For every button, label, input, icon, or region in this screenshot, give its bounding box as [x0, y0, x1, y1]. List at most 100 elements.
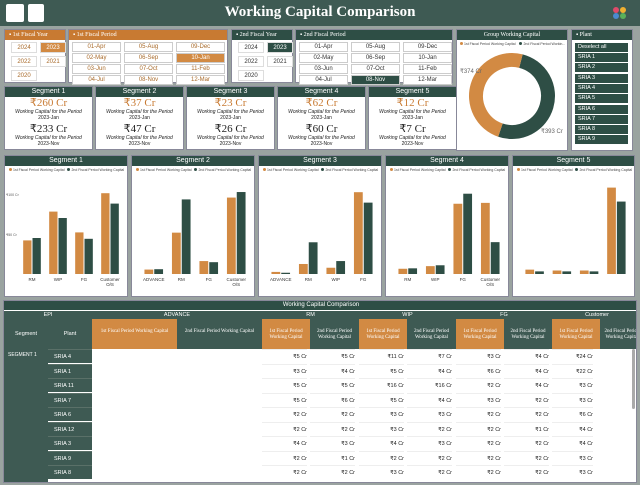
- donut-slice-2nd[interactable]: [498, 54, 555, 139]
- bar-1st-wip[interactable]: [326, 267, 336, 274]
- segment-card-date-2: 2023-Nov: [401, 141, 424, 147]
- table-scrollbar[interactable]: [632, 349, 635, 409]
- bar-2nd-fg[interactable]: [84, 238, 93, 274]
- bar-1st-customeros[interactable]: [480, 202, 490, 274]
- bar-1st-fg[interactable]: [199, 261, 209, 274]
- plant-option-sria-4[interactable]: SRIA 4: [575, 83, 628, 93]
- month-option-07-oct[interactable]: 07-Oct: [124, 64, 173, 74]
- bar-1st-cat3[interactable]: [607, 187, 616, 274]
- month-option-01-apr[interactable]: 01-Apr: [72, 42, 121, 52]
- month-option-02-may[interactable]: 02-May: [72, 53, 121, 63]
- month-option-08-nov[interactable]: 08-Nov: [351, 75, 400, 85]
- legend-label-2nd: 2nd Fiscal Period Working Capital: [579, 168, 633, 172]
- bar-1st-cat1[interactable]: [552, 270, 562, 274]
- bar-1st-rm[interactable]: [171, 232, 181, 274]
- bar-2nd-fg[interactable]: [463, 193, 473, 274]
- x-tick-label: FG: [460, 277, 467, 282]
- bar-2nd-rm[interactable]: [308, 242, 318, 274]
- bar-1st-fg[interactable]: [353, 192, 363, 274]
- month-option-03-jun[interactable]: 03-Jun: [72, 64, 121, 74]
- plant-option-sria-5[interactable]: SRIA 5: [575, 94, 628, 104]
- bar-2nd-cat0[interactable]: [535, 271, 544, 274]
- bar-1st-rm[interactable]: [23, 240, 32, 274]
- bar-2nd-rm[interactable]: [32, 238, 41, 274]
- month-option-12-mar[interactable]: 12-Mar: [403, 75, 452, 85]
- plant-option-sria-7[interactable]: SRIA 7: [575, 114, 628, 124]
- chart-legend: 1st Fiscal Period Working Capital 2nd Fis…: [259, 166, 381, 174]
- bar-1st-customeros[interactable]: [226, 197, 236, 274]
- bar-2nd-fg[interactable]: [209, 262, 219, 274]
- x-tick-label: RM: [29, 277, 36, 282]
- legend-dot-1st: [263, 168, 266, 171]
- month-option-06-sep[interactable]: 06-Sep: [351, 53, 400, 63]
- segment-card-4: Segment 4 ₹62 Cr Working Capital for the P…: [277, 86, 366, 150]
- bar-2nd-wip[interactable]: [336, 261, 346, 274]
- month-option-04-jul[interactable]: 04-Jul: [299, 75, 348, 85]
- bar-2nd-wip[interactable]: [435, 265, 445, 274]
- plant-option-sria-3[interactable]: SRIA 3: [575, 73, 628, 83]
- month-option-05-aug[interactable]: 05-Aug: [351, 42, 400, 52]
- bar-1st-fg[interactable]: [453, 203, 463, 274]
- bar-2nd-advance[interactable]: [281, 272, 291, 274]
- bar-1st-cat0[interactable]: [525, 269, 535, 274]
- month-option-11-feb[interactable]: 11-Feb: [176, 64, 225, 74]
- plant-deselect-all[interactable]: Deselect all: [575, 43, 628, 52]
- bar-2nd-wip[interactable]: [58, 218, 67, 274]
- bar-2nd-customeros[interactable]: [110, 203, 119, 274]
- month-option-06-sep[interactable]: 06-Sep: [124, 53, 173, 63]
- month-option-09-dec[interactable]: 09-Dec: [403, 42, 452, 52]
- month-option-03-jun[interactable]: 03-Jun: [299, 64, 348, 74]
- year-option-2020[interactable]: 2020: [11, 70, 37, 81]
- bar-2nd-cat2[interactable]: [589, 271, 599, 274]
- month-option-02-may[interactable]: 02-May: [299, 53, 348, 63]
- bar-2nd-cat3[interactable]: [616, 201, 626, 274]
- table-row-plant: SRIA 7: [48, 392, 92, 407]
- bar-1st-wip[interactable]: [425, 266, 435, 274]
- bar-1st-rm[interactable]: [298, 263, 308, 274]
- year-option-2023[interactable]: 2023: [267, 42, 293, 53]
- month-option-10-jan[interactable]: 10-Jan: [176, 53, 225, 63]
- plant-option-sria-8[interactable]: SRIA 8: [575, 125, 628, 135]
- bar-2nd-fg[interactable]: [363, 202, 373, 274]
- month-option-10-jan[interactable]: 10-Jan: [403, 53, 452, 63]
- bar-2nd-rm[interactable]: [181, 199, 191, 274]
- plant-option-sria-9[interactable]: SRIA 9: [575, 135, 628, 145]
- bar-1st-advance[interactable]: [144, 269, 154, 274]
- bar-1st-rm[interactable]: [398, 268, 408, 274]
- year-option-2024[interactable]: 2024: [11, 42, 37, 53]
- year-option-2023[interactable]: 2023: [40, 42, 66, 53]
- month-option-07-oct[interactable]: 07-Oct: [351, 64, 400, 74]
- plant-option-sria-2[interactable]: SRIA 2: [575, 63, 628, 73]
- year-option-2020[interactable]: 2020: [238, 70, 264, 81]
- bar-1st-fg[interactable]: [75, 232, 84, 274]
- bar-2nd-advance[interactable]: [154, 269, 164, 274]
- table-cell-value: ₹4 Cr: [552, 421, 593, 436]
- year-option-2024[interactable]: 2024: [238, 42, 264, 53]
- month-option-08-nov[interactable]: 08-Nov: [124, 75, 173, 85]
- plant-option-sria-1[interactable]: SRIA 1: [575, 53, 628, 62]
- bar-2nd-customeros[interactable]: [490, 242, 500, 274]
- month-option-05-aug[interactable]: 05-Aug: [124, 42, 173, 52]
- bar-2nd-rm[interactable]: [408, 268, 418, 274]
- month-option-01-apr[interactable]: 01-Apr: [299, 42, 348, 52]
- bar-1st-advance[interactable]: [271, 271, 281, 274]
- bar-1st-wip[interactable]: [49, 211, 58, 274]
- month-option-04-jul[interactable]: 04-Jul: [72, 75, 121, 85]
- bar-2nd-customeros[interactable]: [236, 192, 246, 274]
- donut-slice-1st[interactable]: [469, 53, 523, 137]
- plant-option-sria-6[interactable]: SRIA 6: [575, 104, 628, 114]
- year-option-2022[interactable]: 2022: [11, 56, 37, 67]
- bar-2nd-cat1[interactable]: [562, 271, 572, 274]
- table-cell-value: ₹3 Cr: [310, 436, 355, 450]
- year-option-2022[interactable]: 2022: [238, 56, 264, 67]
- group-header-customer: Customer: [552, 311, 636, 319]
- month-option-09-dec[interactable]: 09-Dec: [176, 42, 225, 52]
- month-option-12-mar[interactable]: 12-Mar: [176, 75, 225, 85]
- month-option-11-feb[interactable]: 11-Feb: [403, 64, 452, 74]
- bar-1st-cat2[interactable]: [579, 270, 589, 274]
- x-tick-label: RM: [178, 277, 185, 282]
- year-option-2021[interactable]: 2021: [267, 56, 293, 67]
- year-option-2021[interactable]: 2021: [40, 56, 66, 67]
- bar-1st-customeros[interactable]: [101, 193, 110, 274]
- segment-label: SEGMENT 1: [4, 349, 48, 482]
